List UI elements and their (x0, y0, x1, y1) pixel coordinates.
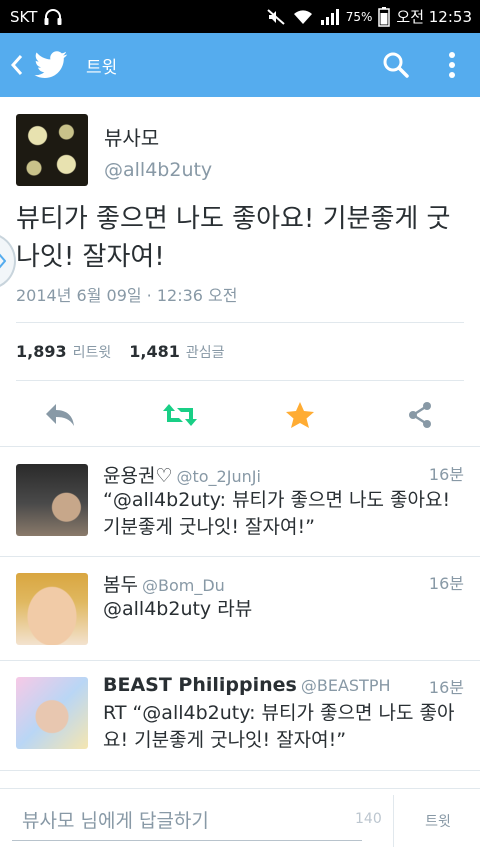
twitter-bird-icon (34, 33, 74, 97)
reply-time: 16분 (428, 465, 464, 484)
list-item[interactable]: BEAST Philippines @BEASTPH 16분 RT “@all4b… (0, 674, 480, 766)
reply-user-handle[interactable]: @Bom_Du (142, 576, 225, 595)
battery-icon (378, 6, 391, 27)
divider (16, 380, 464, 381)
share-button[interactable] (400, 395, 440, 435)
reply-user-name[interactable]: BEAST Philippines (103, 674, 297, 696)
user-handle[interactable]: @all4b2uty (104, 159, 212, 181)
reply-input[interactable] (12, 801, 362, 841)
search-button[interactable] (368, 33, 424, 97)
favorite-button[interactable] (280, 395, 320, 435)
avatar[interactable] (16, 464, 88, 536)
divider (0, 770, 480, 771)
back-button[interactable] (0, 33, 34, 97)
chevron-right-icon (0, 253, 6, 269)
more-vertical-icon (449, 52, 455, 78)
send-tweet-button[interactable]: 트윗 (396, 795, 480, 847)
share-icon (409, 402, 431, 428)
divider (0, 446, 480, 447)
divider (0, 660, 480, 661)
retweet-icon (163, 404, 197, 426)
reply-user-name[interactable]: 윤용권♡ (103, 465, 172, 487)
reply-button[interactable] (40, 395, 80, 435)
carrier-label: SKT (10, 7, 38, 26)
chevron-left-icon (10, 55, 23, 75)
reply-user-name[interactable]: 봄두 (103, 574, 138, 596)
divider (393, 795, 394, 847)
reply-composer: 140 트윗 (0, 788, 480, 853)
search-icon (383, 52, 409, 78)
reply-user-handle[interactable]: @to_2JunJi (176, 467, 260, 486)
page-title: 트윗 (86, 57, 118, 78)
list-item[interactable]: 봄두 @Bom_Du 16분 @all4b2uty 라뷰 (0, 570, 480, 658)
reply-text: “@all4b2uty: 뷰티가 좋으면 나도 좋아요! 기분좋게 굿나잇! 잘… (103, 489, 451, 538)
divider (16, 322, 464, 323)
tweet-timestamp: 2014년 6월 09일 · 12:36 오전 (16, 286, 238, 305)
retweet-count[interactable]: 1,893 (16, 342, 67, 361)
favorite-label: 관심글 (185, 345, 225, 361)
headset-icon (43, 8, 63, 26)
reply-text: @all4b2uty 라뷰 (103, 598, 253, 620)
mute-icon (266, 8, 286, 26)
divider (0, 556, 480, 557)
retweet-label: 리트윗 (72, 345, 112, 361)
tweet-stats: 1,893 리트윗 1,481 관심글 (16, 342, 225, 362)
reply-icon (46, 404, 74, 426)
overflow-menu-button[interactable] (424, 33, 480, 97)
list-item[interactable]: 윤용권♡ @to_2JunJi 16분 “@all4b2uty: 뷰티가 좋으면 … (0, 461, 480, 553)
reply-text: RT “@all4b2uty: 뷰티가 좋으면 나도 좋아요! 기분좋게 굿나잇… (103, 702, 455, 751)
wifi-icon (292, 8, 314, 26)
status-bar: SKT 75% 오전 12:53 (0, 0, 480, 33)
avatar[interactable] (16, 677, 88, 749)
star-icon (286, 402, 314, 428)
char-counter: 140 (355, 811, 382, 827)
signal-icon (320, 8, 340, 26)
avatar[interactable] (16, 573, 88, 645)
tweet-actions (0, 387, 480, 443)
clock: 오전 12:53 (396, 8, 472, 26)
favorite-count[interactable]: 1,481 (129, 342, 180, 361)
reply-time: 16분 (428, 678, 464, 697)
reply-user-handle[interactable]: @BEASTPH (301, 676, 391, 695)
reply-time: 16분 (428, 574, 464, 593)
retweet-button[interactable] (160, 395, 200, 435)
battery-percent: 75% (345, 9, 373, 24)
avatar[interactable] (16, 114, 88, 186)
tweet-header: 뷰사모 @all4b2uty (16, 114, 212, 186)
side-panel-handle[interactable] (0, 232, 16, 290)
user-name[interactable]: 뷰사모 (104, 122, 212, 151)
action-bar: 트윗 (0, 33, 480, 97)
tweet-text: 뷰티가 좋으면 나도 좋아요! 기분좋게 굿나잇! 잘자여! (16, 204, 451, 272)
